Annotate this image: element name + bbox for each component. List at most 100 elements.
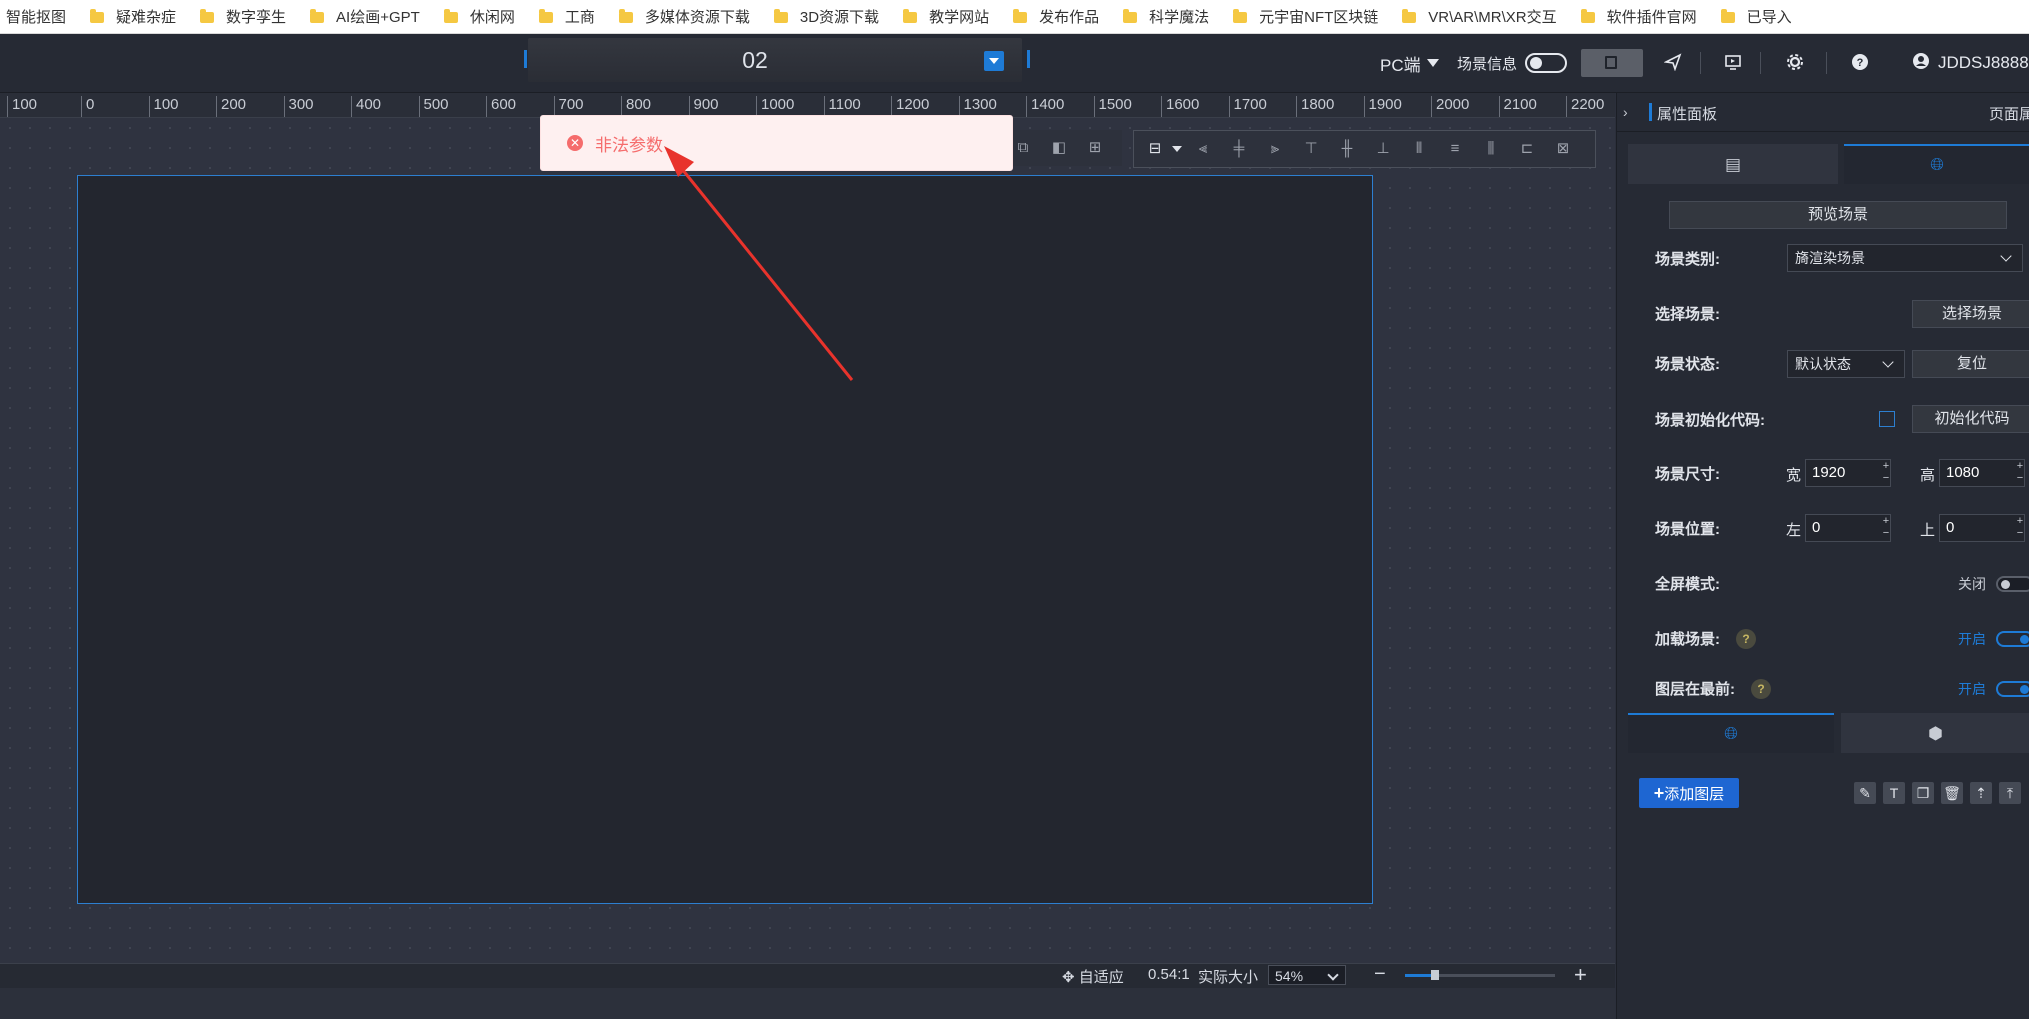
user-menu[interactable]: JDDSJ8888 bbox=[1912, 34, 2029, 92]
init-code-button[interactable]: 初始化代码 bbox=[1912, 405, 2029, 433]
width-input[interactable]: 1920 + − bbox=[1805, 459, 1891, 487]
help-icon[interactable]: ? bbox=[1736, 629, 1756, 649]
device-label: PC端 bbox=[1380, 55, 1421, 75]
zoom-in-icon[interactable]: + bbox=[1574, 962, 1587, 988]
save-button[interactable] bbox=[1581, 49, 1643, 77]
top-input[interactable]: 0 + − bbox=[1939, 514, 2025, 542]
height-input[interactable]: 1080 + − bbox=[1939, 459, 2025, 487]
align-top-icon[interactable]: ⊤ bbox=[1302, 140, 1320, 158]
distribute-vertical-icon[interactable]: ≡ bbox=[1446, 140, 1464, 158]
grid-icon[interactable]: ⊠ bbox=[1554, 140, 1572, 158]
text-icon[interactable]: T bbox=[1883, 782, 1905, 804]
move-up-icon[interactable]: ⇡ bbox=[1970, 782, 1992, 804]
page-properties-tab[interactable]: 页面属 bbox=[1989, 103, 2029, 124]
scene-state-select[interactable]: 默认状态 bbox=[1787, 350, 1905, 378]
move-icon: ✥ bbox=[1062, 969, 1075, 986]
load-scene-toggle[interactable] bbox=[1996, 631, 2029, 647]
bookmark-item[interactable]: 教学网站 bbox=[893, 0, 1003, 33]
stepper-icon[interactable]: + − bbox=[2014, 515, 2026, 539]
zoom-out-icon[interactable]: − bbox=[1374, 963, 1386, 986]
canvas-workspace[interactable]: ⧉ ◧ ⊞ ⊟ ⫷ ╪ ⫸ ⊤ ╫ ⊥ ⦀ ≡ ⫼ ⊏ ⊠ bbox=[0, 118, 1615, 963]
zoom-slider-handle[interactable] bbox=[1431, 970, 1439, 980]
panel-header: › 属性面板 页面属 bbox=[1617, 93, 2029, 132]
bookmark-item[interactable]: VR\AR\MR\XR交互 bbox=[1392, 0, 1570, 33]
fit-button[interactable]: ✥ 自适应 bbox=[1062, 966, 1124, 987]
preview-icon[interactable] bbox=[1724, 53, 1742, 71]
bookmark-item[interactable]: 数字孪生 bbox=[190, 0, 300, 33]
tab-layout[interactable]: ▤ bbox=[1628, 144, 1838, 184]
send-backward-icon[interactable]: ◧ bbox=[1050, 139, 1068, 157]
layer-front-toggle[interactable] bbox=[1996, 681, 2029, 697]
scene-info-toggle[interactable]: 场景信息 bbox=[1457, 34, 1568, 92]
bookmark-item[interactable]: 多媒体资源下载 bbox=[609, 0, 764, 33]
init-code-checkbox[interactable] bbox=[1879, 411, 1895, 427]
ruler-tick: 2200 bbox=[1565, 96, 1605, 117]
add-layer-button[interactable]: +添加图层 bbox=[1639, 778, 1739, 808]
caret-down-icon[interactable] bbox=[1172, 146, 1182, 152]
zoom-select[interactable]: 54% bbox=[1268, 965, 1346, 985]
actual-size-button[interactable]: 实际大小 bbox=[1198, 966, 1258, 987]
tab-scene[interactable]: 🌐︎ bbox=[1844, 144, 2029, 184]
fit-label: 自适应 bbox=[1078, 969, 1124, 986]
layout-icon[interactable]: ⊟ bbox=[1146, 140, 1164, 158]
align-center-icon[interactable]: ╪ bbox=[1230, 140, 1248, 158]
bookmark-label: 休闲网 bbox=[469, 9, 515, 26]
layout-icon: ▤ bbox=[1724, 155, 1742, 174]
left-input[interactable]: 0 + − bbox=[1805, 514, 1891, 542]
page-title-selector[interactable]: 02 bbox=[528, 38, 1022, 82]
fullscreen-toggle[interactable] bbox=[1996, 576, 2029, 592]
stepper-icon[interactable]: + − bbox=[1880, 460, 1892, 484]
ruler-tick: 1100 bbox=[823, 96, 861, 117]
zoom-ratio: 0.54:1 bbox=[1148, 966, 1190, 983]
match-height-icon[interactable]: ⊏ bbox=[1518, 140, 1536, 158]
bookmark-item[interactable]: 工商 bbox=[529, 0, 609, 33]
preview-scene-button[interactable]: 预览场景 bbox=[1669, 201, 2007, 229]
folder-icon bbox=[618, 9, 633, 23]
scene-stage[interactable] bbox=[77, 175, 1373, 904]
tab-3d-objects[interactable]: ⬢ bbox=[1841, 713, 2029, 753]
folder-icon bbox=[903, 9, 918, 23]
align-left-icon[interactable]: ⫷ bbox=[1194, 140, 1212, 158]
move-top-icon[interactable]: ⤒ bbox=[1999, 782, 2021, 804]
bookmark-item[interactable]: 已导入 bbox=[1711, 0, 1806, 33]
help-icon[interactable]: ? bbox=[1851, 53, 1869, 71]
tab-scene-layers[interactable]: 🌐︎ bbox=[1628, 713, 1834, 753]
ruler-tick: 1600 bbox=[1160, 96, 1200, 117]
delete-icon[interactable]: 🗑︎ bbox=[1941, 782, 1963, 804]
ruler-tick: 0 bbox=[80, 96, 95, 117]
bookmark-item[interactable]: 疑难杂症 bbox=[80, 0, 190, 33]
send-icon[interactable] bbox=[1663, 53, 1682, 72]
zoom-slider[interactable] bbox=[1405, 970, 1555, 980]
copy-icon[interactable]: ❐ bbox=[1912, 782, 1934, 804]
stepper-icon[interactable]: + − bbox=[2014, 460, 2026, 484]
bring-forward-icon[interactable]: ⧉ bbox=[1014, 139, 1032, 157]
group-icon[interactable]: ⊞ bbox=[1086, 139, 1104, 157]
settings-icon[interactable] bbox=[1786, 53, 1804, 71]
bookmark-item[interactable]: AI绘画+GPT bbox=[300, 0, 434, 33]
stepper-icon[interactable]: + − bbox=[1880, 515, 1892, 539]
bookmark-item[interactable]: 发布作品 bbox=[1003, 0, 1113, 33]
match-width-icon[interactable]: ⫼ bbox=[1482, 140, 1500, 158]
help-icon[interactable]: ? bbox=[1751, 679, 1771, 699]
bookmark-item[interactable]: 元宇宙NFT区块链 bbox=[1223, 0, 1392, 33]
reset-button[interactable]: 复位 bbox=[1912, 350, 2029, 378]
chevron-down-icon[interactable] bbox=[984, 51, 1004, 71]
bookmark-item[interactable]: 软件插件官网 bbox=[1571, 0, 1711, 33]
align-middle-icon[interactable]: ╫ bbox=[1338, 140, 1356, 158]
bookmark-item[interactable]: 科学魔法 bbox=[1113, 0, 1223, 33]
chevron-right-icon[interactable]: › bbox=[1623, 104, 1628, 120]
distribute-horizontal-icon[interactable]: ⦀ bbox=[1410, 140, 1428, 158]
folder-icon bbox=[310, 9, 325, 23]
select-scene-button[interactable]: 选择场景 bbox=[1912, 300, 2029, 328]
scene-type-select[interactable]: 旖渲染场景 bbox=[1787, 244, 2023, 272]
align-bottom-icon[interactable]: ⊥ bbox=[1374, 140, 1392, 158]
align-right-icon[interactable]: ⫸ bbox=[1266, 140, 1284, 158]
title-marker-right bbox=[1027, 50, 1030, 68]
bookmark-item[interactable]: 休闲网 bbox=[434, 0, 529, 33]
bookmark-item[interactable]: 智能抠图 bbox=[0, 0, 80, 33]
bookmark-item[interactable]: 3D资源下载 bbox=[764, 0, 893, 33]
edit-icon[interactable]: ✎ bbox=[1854, 782, 1876, 804]
device-selector[interactable]: PC端 bbox=[1380, 34, 1439, 92]
ruler-tick: 200 bbox=[215, 96, 247, 117]
toggle-switch[interactable] bbox=[1525, 53, 1568, 73]
